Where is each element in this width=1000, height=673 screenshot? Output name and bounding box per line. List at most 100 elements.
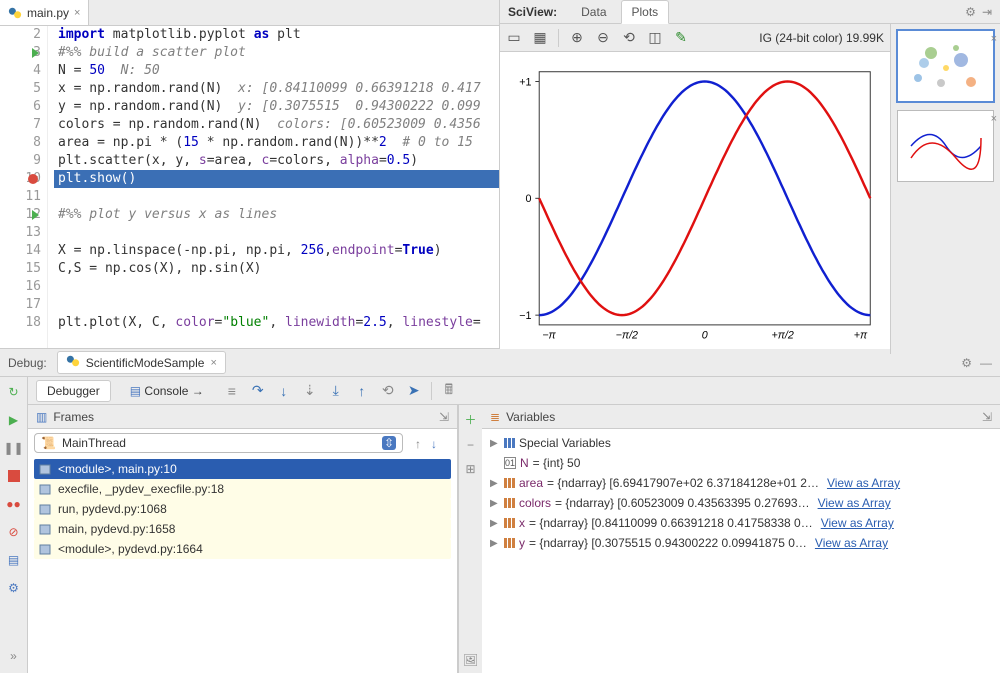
- variables-list: ▶ Special Variables01 N = {int} 50▶ area…: [482, 429, 1000, 673]
- frame-row[interactable]: run, pydevd.py:1068: [34, 499, 451, 519]
- force-step-icon[interactable]: ⤓: [327, 382, 345, 400]
- pause-icon[interactable]: ❚❚: [5, 439, 23, 457]
- line-gutter[interactable]: 23456789101112131415161718: [0, 26, 48, 348]
- array-icon: [504, 478, 515, 488]
- view-breakpoints-icon[interactable]: ●●: [5, 495, 23, 513]
- variable-row[interactable]: ▶ area = {ndarray} [6.69417907e+02 6.371…: [488, 473, 994, 493]
- svg-text:+1: +1: [519, 76, 531, 88]
- frame-row[interactable]: execfile, _pydev_execfile.py:18: [34, 479, 451, 499]
- plot-toolbar: ▭ ▦ ⊕ ⊖ ⟲ ◫ ✎ IG (24-bit color) 19.99K: [500, 24, 890, 52]
- frame-icon: [38, 542, 52, 556]
- frame-icon: [38, 462, 52, 476]
- variables-header: ≣ Variables ⇲: [482, 405, 1000, 429]
- svg-text:0: 0: [702, 330, 708, 342]
- zoom-out-icon[interactable]: ⊖: [595, 30, 611, 46]
- variables-title: Variables: [506, 410, 555, 424]
- step-into-my-icon[interactable]: ⇣: [301, 382, 319, 400]
- remove-watch-icon[interactable]: −: [467, 438, 474, 452]
- view-as-array-link[interactable]: View as Array: [815, 536, 888, 550]
- more-icon[interactable]: »: [5, 647, 23, 665]
- variable-row[interactable]: 01 N = {int} 50: [488, 453, 994, 473]
- hide-icon[interactable]: ⇥: [982, 5, 992, 19]
- thumb-lines[interactable]: ×: [897, 110, 994, 182]
- sciview-tab-data[interactable]: Data: [571, 1, 616, 23]
- zoom-in-icon[interactable]: ⊕: [569, 30, 585, 46]
- close-icon[interactable]: ×: [74, 7, 80, 19]
- picker-icon[interactable]: ✎: [673, 30, 689, 46]
- frame-icon: [38, 482, 52, 496]
- editor-tab-main[interactable]: main.py ×: [0, 0, 89, 25]
- frame-icon: [38, 522, 52, 536]
- view-as-array-link[interactable]: View as Array: [827, 476, 900, 490]
- frames-title: Frames: [53, 410, 94, 424]
- step-out-icon[interactable]: ↑: [353, 382, 371, 400]
- frame-row[interactable]: <module>, main.py:10: [34, 459, 451, 479]
- debugger-tab[interactable]: Debugger: [36, 380, 111, 402]
- prev-frame-icon[interactable]: ↑: [415, 437, 421, 451]
- restore-icon[interactable]: ⇲: [982, 410, 992, 424]
- chevron-updown-icon[interactable]: ⇳: [382, 436, 396, 450]
- resume-icon[interactable]: ▶: [5, 411, 23, 429]
- python-icon: [66, 354, 80, 371]
- thread-name: MainThread: [62, 436, 126, 450]
- scalar-icon: 01: [504, 457, 516, 469]
- debug-label: Debug:: [8, 356, 47, 370]
- vars-group-icon: [504, 438, 515, 448]
- variable-row[interactable]: ▶ colors = {ndarray} [0.60523009 0.43563…: [488, 493, 994, 513]
- close-icon[interactable]: ×: [210, 357, 216, 369]
- thread-selector[interactable]: 📜 MainThread ⇳: [34, 433, 403, 453]
- frame-row[interactable]: <module>, pydevd.py:1664: [34, 539, 451, 559]
- code-area[interactable]: import matplotlib.pyplot as plt#%% build…: [48, 26, 499, 348]
- next-frame-icon[interactable]: ↓: [431, 437, 437, 451]
- frame-row[interactable]: main, pydevd.py:1658: [34, 519, 451, 539]
- rerun-icon[interactable]: ↻: [5, 383, 23, 401]
- frame-icon: [38, 502, 52, 516]
- step-into-icon[interactable]: ↓: [275, 382, 293, 400]
- layout-icon[interactable]: ▤: [5, 551, 23, 569]
- scientific-icon[interactable]: 🖼: [463, 653, 478, 667]
- variable-row[interactable]: ▶ x = {ndarray} [0.84110099 0.66391218 0…: [488, 513, 994, 533]
- fit-icon[interactable]: ▭: [506, 30, 522, 46]
- sciview-tab-plots[interactable]: Plots: [621, 0, 670, 24]
- mute-breakpoints-icon[interactable]: ⊘: [5, 523, 23, 541]
- view-as-array-link[interactable]: View as Array: [821, 516, 894, 530]
- gear-icon[interactable]: ⚙: [961, 356, 972, 370]
- thumb-scatter[interactable]: ×: [897, 30, 994, 102]
- svg-text:−π/2: −π/2: [616, 330, 638, 342]
- view-as-array-link[interactable]: View as Array: [818, 496, 891, 510]
- add-watch-icon[interactable]: ＋: [464, 411, 476, 428]
- stop-icon[interactable]: [5, 467, 23, 485]
- close-icon[interactable]: ×: [991, 113, 997, 125]
- sciview-title: SciView:: [508, 5, 557, 19]
- sciview-pane: SciView: Data Plots ⚙ ⇥ ▭ ▦ ⊕ ⊖ ⟲: [500, 0, 1000, 348]
- editor-tab-label: main.py: [27, 6, 69, 20]
- run-to-cursor-icon[interactable]: ➤: [405, 382, 423, 400]
- crop-icon[interactable]: ◫: [647, 30, 663, 46]
- debug-left-rail: ↻ ▶ ❚❚ ●● ⊘ ▤ ⚙ »: [0, 377, 28, 673]
- drop-frame-icon[interactable]: ⟲: [379, 382, 397, 400]
- restore-icon[interactable]: ⇲: [439, 410, 449, 424]
- settings-icon[interactable]: ⚙: [5, 579, 23, 597]
- special-vars-row[interactable]: ▶ Special Variables: [488, 433, 994, 453]
- gear-icon[interactable]: ⚙: [965, 5, 976, 19]
- evaluate-icon[interactable]: 🖩: [440, 382, 458, 400]
- svg-text:−π: −π: [542, 330, 556, 342]
- grid-icon[interactable]: ▦: [532, 30, 548, 46]
- plot-thumbnails: × ×: [890, 24, 1000, 354]
- minimize-icon[interactable]: —: [980, 356, 992, 370]
- close-icon[interactable]: ×: [991, 33, 997, 45]
- debug-toolbar: Debugger ▤ Console → ≡ ↷ ↓ ⇣ ⤓ ↑ ⟲ ➤ 🖩: [28, 377, 1000, 405]
- sciview-header: SciView: Data Plots ⚙ ⇥: [500, 0, 1000, 24]
- expand-all-icon[interactable]: ⊞: [465, 462, 475, 476]
- run-config-name: ScientificModeSample: [86, 356, 205, 370]
- plot-canvas[interactable]: +1 0 −1 −π −π/2 0 +π/2 +π: [500, 52, 890, 354]
- array-icon: [504, 538, 515, 548]
- step-over-icon[interactable]: ↷: [249, 382, 267, 400]
- show-execution-icon[interactable]: ≡: [223, 382, 241, 400]
- console-tab[interactable]: ▤ Console →: [119, 380, 215, 402]
- python-file-icon: [8, 6, 22, 20]
- run-config-selector[interactable]: ScientificModeSample ×: [57, 351, 226, 374]
- editor-tabbar: main.py ×: [0, 0, 499, 26]
- variable-row[interactable]: ▶ y = {ndarray} [0.3075515 0.94300222 0.…: [488, 533, 994, 553]
- zoom-reset-icon[interactable]: ⟲: [621, 30, 637, 46]
